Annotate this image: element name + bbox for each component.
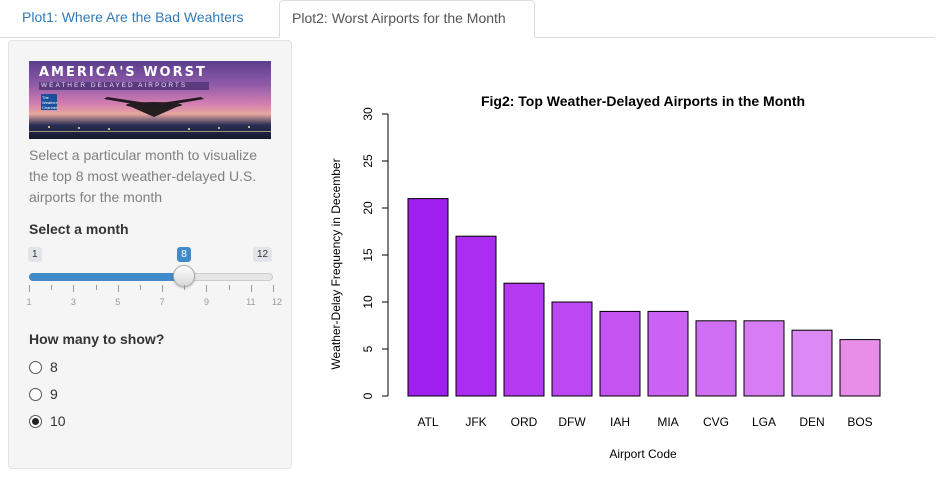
slider-max-label: 12: [253, 247, 273, 262]
y-tick-label: 15: [361, 248, 375, 262]
x-tick-label: DFW: [558, 415, 586, 429]
slider-grid-label: 7: [159, 297, 165, 307]
bar-jfk: [455, 235, 497, 397]
slider-min-label: 1: [28, 247, 42, 262]
banner-subtitle: WEATHER DELAYED AIRPORTS: [39, 82, 209, 90]
month-slider-handle[interactable]: [173, 265, 196, 287]
month-label: Select a month: [29, 221, 129, 237]
slider-tick: [73, 285, 75, 292]
slider-tick: [117, 285, 119, 292]
slider-ticks: [29, 285, 274, 293]
slider-tick: [250, 285, 252, 292]
weather-delay-bar-chart: Fig2: Top Weather-Delayed Airports in th…: [329, 93, 881, 461]
x-tick-label: BOS: [847, 415, 872, 429]
y-tick-label: 5: [361, 345, 375, 352]
slider-tick: [273, 285, 274, 292]
x-tick-label: ORD: [511, 415, 538, 429]
slider-tick: [29, 285, 30, 292]
tab-plot1[interactable]: Plot1: Where Are the Bad Weahters: [10, 0, 278, 37]
x-tick-label: ATL: [417, 415, 438, 429]
radio-option-9[interactable]: 9: [29, 385, 58, 403]
radio-button[interactable]: [29, 360, 42, 374]
sidebar-panel: AMERICA'S WORST WEATHER DELAYED AIRPORTS…: [8, 40, 292, 469]
radio-label: 9: [50, 386, 58, 402]
bar-bos: [839, 339, 881, 397]
slider-grid-label: 12: [271, 297, 283, 307]
y-tick-label: 0: [361, 392, 375, 399]
x-tick-label: LGA: [752, 415, 776, 429]
bar-cvg: [695, 320, 737, 397]
bar-atl: [407, 198, 449, 397]
slider-tick: [184, 285, 186, 290]
bar-ord: [503, 282, 545, 397]
radio-label: 8: [50, 359, 58, 375]
y-tick-label: 30: [361, 107, 375, 121]
x-tick-label: DEN: [799, 415, 824, 429]
sidebar-description: Select a particular month to visualize t…: [29, 147, 257, 205]
y-tick-label: 20: [361, 201, 375, 215]
month-slider-fill: [29, 273, 185, 281]
slider-tick: [51, 285, 53, 290]
slider-tick: [95, 285, 97, 290]
tab-plot2[interactable]: Plot2: Worst Airports for the Month: [279, 0, 535, 38]
slider-grid-label: 11: [246, 297, 256, 307]
slider-grid-label: 5: [115, 297, 121, 307]
y-axis-label: Weather-Delay Frequency in December: [329, 158, 343, 369]
radio-option-8[interactable]: 8: [29, 358, 58, 376]
bar-den: [791, 329, 833, 397]
slider-tick: [228, 285, 230, 290]
radio-option-10[interactable]: 10: [29, 412, 66, 430]
bar-lga: [743, 320, 785, 397]
chart-title: Fig2: Top Weather-Delayed Airports in th…: [481, 93, 805, 109]
bar-mia: [647, 310, 689, 397]
x-tick-label: JFK: [465, 415, 486, 429]
slider-value-label: 8: [177, 247, 191, 262]
count-label: How many to show?: [29, 331, 165, 347]
weather-channel-logo: The Weather Channel: [41, 94, 58, 110]
x-tick-label: CVG: [703, 415, 729, 429]
bar-dfw: [551, 301, 593, 397]
radio-label: 10: [50, 413, 66, 429]
banner-title: AMERICA'S WORST: [39, 65, 207, 80]
slider-tick: [139, 285, 141, 290]
slider-tick: [162, 285, 164, 292]
x-tick-label: MIA: [657, 415, 678, 429]
slider-grid-label: 3: [70, 297, 76, 307]
bar-iah: [599, 310, 641, 397]
x-tick-label: IAH: [610, 415, 630, 429]
tab-bar: Plot1: Where Are the Bad Weahters Plot2:…: [0, 0, 941, 38]
radio-button[interactable]: [29, 387, 42, 401]
slider-grid-label: 9: [203, 297, 209, 307]
y-tick-label: 10: [361, 295, 375, 309]
radio-button[interactable]: [29, 414, 42, 428]
slider-grid-label: 1: [26, 297, 32, 307]
slider-tick: [206, 285, 208, 292]
y-tick-label: 25: [361, 154, 375, 168]
x-axis-label: Airport Code: [609, 447, 677, 461]
banner-image: AMERICA'S WORST WEATHER DELAYED AIRPORTS…: [29, 61, 271, 139]
